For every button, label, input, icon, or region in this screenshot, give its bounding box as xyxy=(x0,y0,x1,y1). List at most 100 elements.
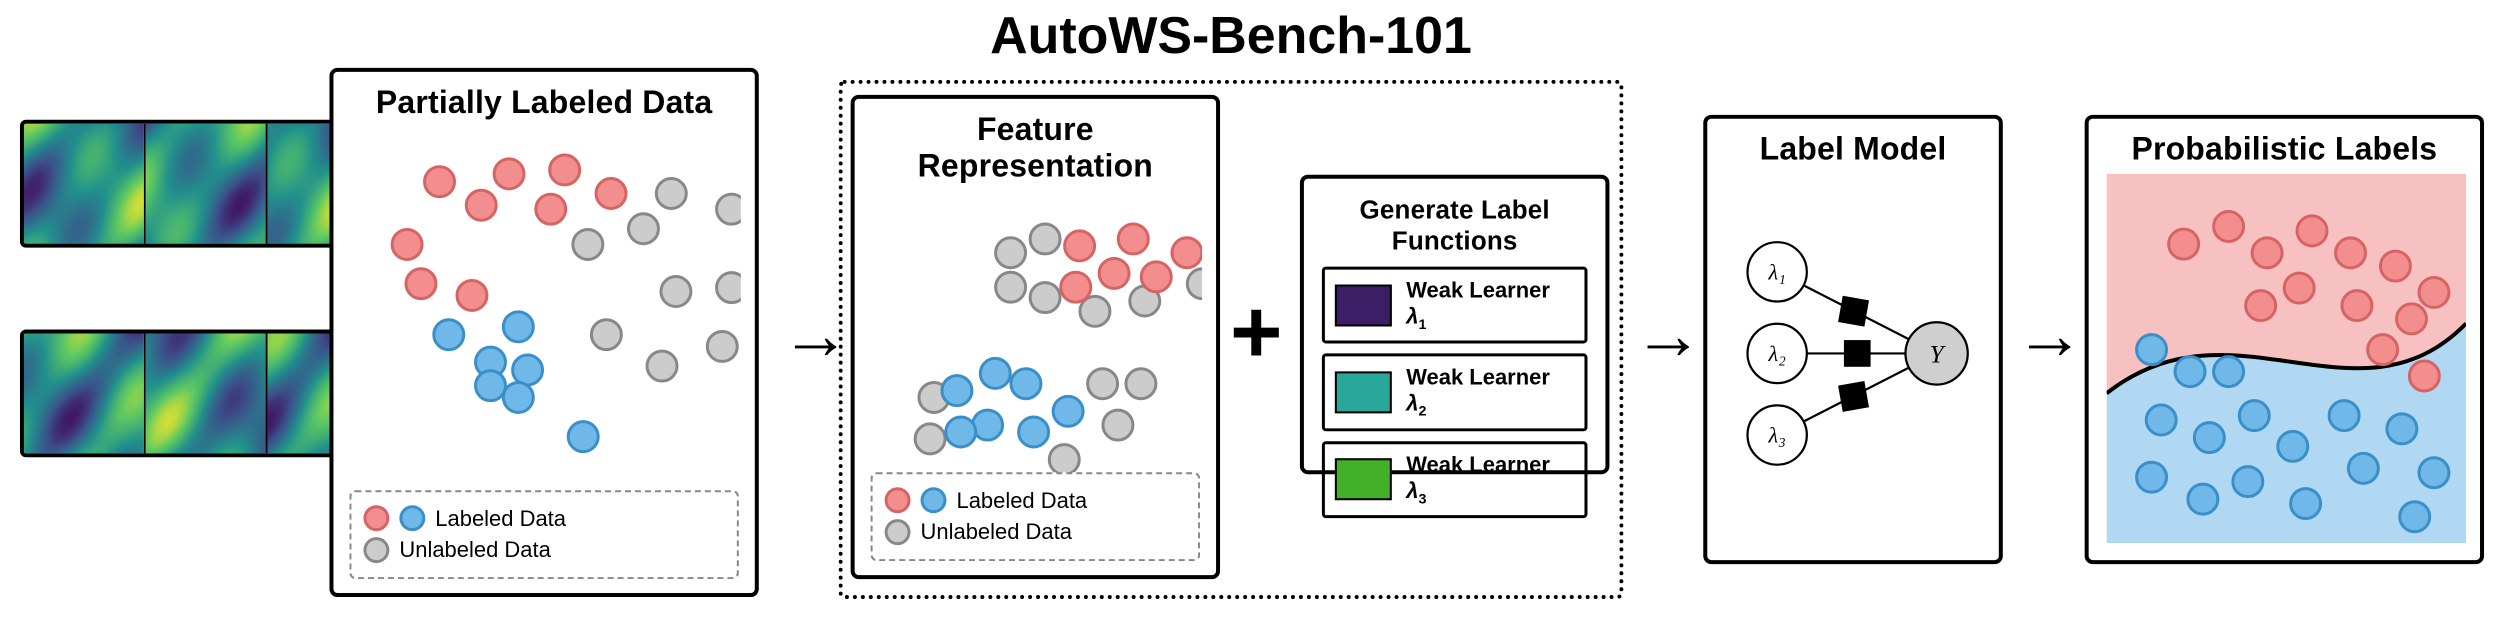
data-point-blue xyxy=(568,422,598,452)
data-point-blue xyxy=(973,410,1003,440)
heatmap-canvas xyxy=(24,124,144,244)
data-point-grey xyxy=(647,351,677,381)
lambda-label-2: λ₂ xyxy=(1767,341,1786,366)
data-point-blue xyxy=(2239,401,2269,431)
panel-title-genlf: Generate Label Functions xyxy=(1322,195,1588,257)
data-point-red xyxy=(2397,304,2427,334)
data-point-grey xyxy=(1126,369,1156,399)
arrow-icon: → xyxy=(2015,300,2085,370)
data-point-red xyxy=(2342,291,2372,321)
legend-unlabeled-row: Unlabeled Data xyxy=(363,535,724,565)
data-point-red xyxy=(425,167,455,197)
thumb-red-1 xyxy=(24,124,146,244)
data-point-grey xyxy=(628,214,658,244)
data-point-red xyxy=(2246,291,2276,321)
panel-label-model: Label Model λ₁ λ₂ λ₃ Y xyxy=(1703,115,2003,564)
legend-labeled-row: Labeled Data xyxy=(885,486,1187,516)
legend-dot-grey xyxy=(885,519,911,545)
factor-graph: λ₁ λ₂ λ₃ Y xyxy=(1725,174,1985,533)
legend-dot-blue xyxy=(399,506,425,532)
data-point-red xyxy=(494,159,524,189)
data-point-grey xyxy=(591,320,621,350)
data-point-blue xyxy=(2348,453,2378,483)
data-point-blue xyxy=(2146,405,2176,435)
heatmap-canvas xyxy=(146,124,266,244)
data-point-blue xyxy=(2137,462,2167,492)
data-point-blue xyxy=(2387,414,2417,444)
panel-generate-lf: Generate Label Functions Weak Learner λ1… xyxy=(1300,175,1610,475)
swatch-icon xyxy=(1335,284,1392,326)
data-point-grey xyxy=(1187,269,1202,299)
data-point-blue xyxy=(2194,423,2224,453)
weak-learner-label: Weak Learner λ1 xyxy=(1406,278,1574,333)
lambda-label-3: λ₃ xyxy=(1767,422,1785,447)
data-point-grey xyxy=(717,273,741,303)
data-point-blue xyxy=(2214,357,2244,387)
panel-title-label-model: Label Model xyxy=(1725,131,1981,168)
panel-title-prob: Probabilistic Labels xyxy=(2107,131,2462,168)
data-point-grey xyxy=(1088,369,1118,399)
data-point-red xyxy=(1065,231,1095,261)
legend-dot-red xyxy=(363,506,389,532)
data-point-red xyxy=(2252,238,2282,268)
heatmap-canvas xyxy=(146,333,266,453)
scatter-feature xyxy=(873,191,1202,481)
weak-learner-label: Weak Learner λ2 xyxy=(1406,365,1574,420)
data-point-red xyxy=(457,280,487,310)
data-point-grey xyxy=(1103,410,1133,440)
scatter-partial xyxy=(351,127,740,456)
weak-learner-label: Weak Learner λ3 xyxy=(1406,452,1574,507)
data-point-blue xyxy=(980,358,1010,388)
legend-labeled-text: Labeled Data xyxy=(435,504,566,534)
data-point-red xyxy=(392,229,422,259)
data-point-grey xyxy=(1049,445,1079,475)
arrow-icon: → xyxy=(1633,300,1703,370)
legend-labeled-row: Labeled Data xyxy=(363,504,724,534)
data-point-blue xyxy=(2233,467,2263,497)
legend-unlabeled-text: Unlabeled Data xyxy=(399,535,550,565)
data-point-blue xyxy=(1053,396,1083,426)
data-point-red xyxy=(1061,272,1091,302)
plus-icon: + xyxy=(1230,288,1282,378)
lambda-label-1: λ₁ xyxy=(1767,259,1785,284)
data-point-red xyxy=(536,194,566,224)
weak-learner-1: Weak Learner λ1 xyxy=(1322,267,1588,344)
data-point-blue xyxy=(503,312,533,342)
data-point-red xyxy=(1172,238,1202,268)
data-point-red xyxy=(2214,212,2244,242)
data-point-red xyxy=(596,179,626,209)
data-point-grey xyxy=(1030,283,1060,313)
legend-unlabeled-row: Unlabeled Data xyxy=(885,517,1187,547)
panel-title-feature: Feature Representation xyxy=(873,111,1198,185)
thumb-blue-1 xyxy=(24,333,146,453)
data-point-blue xyxy=(942,376,972,406)
data-point-grey xyxy=(717,194,741,224)
data-point-grey xyxy=(661,277,691,307)
main-title: AutoWS-Bench-101 xyxy=(971,6,1490,66)
data-point-blue xyxy=(476,371,506,401)
data-point-blue xyxy=(2291,489,2321,519)
legend-partial: Labeled Data Unlabeled Data xyxy=(349,490,738,579)
data-point-blue xyxy=(946,417,976,447)
data-point-grey xyxy=(996,272,1026,302)
legend-dot-red xyxy=(885,488,911,514)
data-point-blue xyxy=(1019,417,1049,447)
data-point-red xyxy=(1118,224,1148,254)
swatch-icon xyxy=(1335,371,1392,413)
thumb-blue-2 xyxy=(146,333,268,453)
data-point-blue xyxy=(2400,502,2430,532)
data-point-red xyxy=(2336,238,2366,268)
data-point-red xyxy=(406,269,436,299)
data-point-blue xyxy=(2188,484,2218,514)
data-point-blue xyxy=(2137,335,2167,365)
data-point-red xyxy=(2419,277,2449,307)
data-point-red xyxy=(2368,335,2398,365)
data-point-red xyxy=(1141,262,1171,292)
legend-dot-grey xyxy=(363,537,389,563)
data-point-blue xyxy=(2278,431,2308,461)
legend-feature: Labeled Data Unlabeled Data xyxy=(871,472,1200,561)
data-point-grey xyxy=(996,238,1026,268)
weak-learner-3: Weak Learner λ3 xyxy=(1322,441,1588,518)
data-point-red xyxy=(2169,229,2199,259)
heatmap-canvas xyxy=(24,333,144,453)
